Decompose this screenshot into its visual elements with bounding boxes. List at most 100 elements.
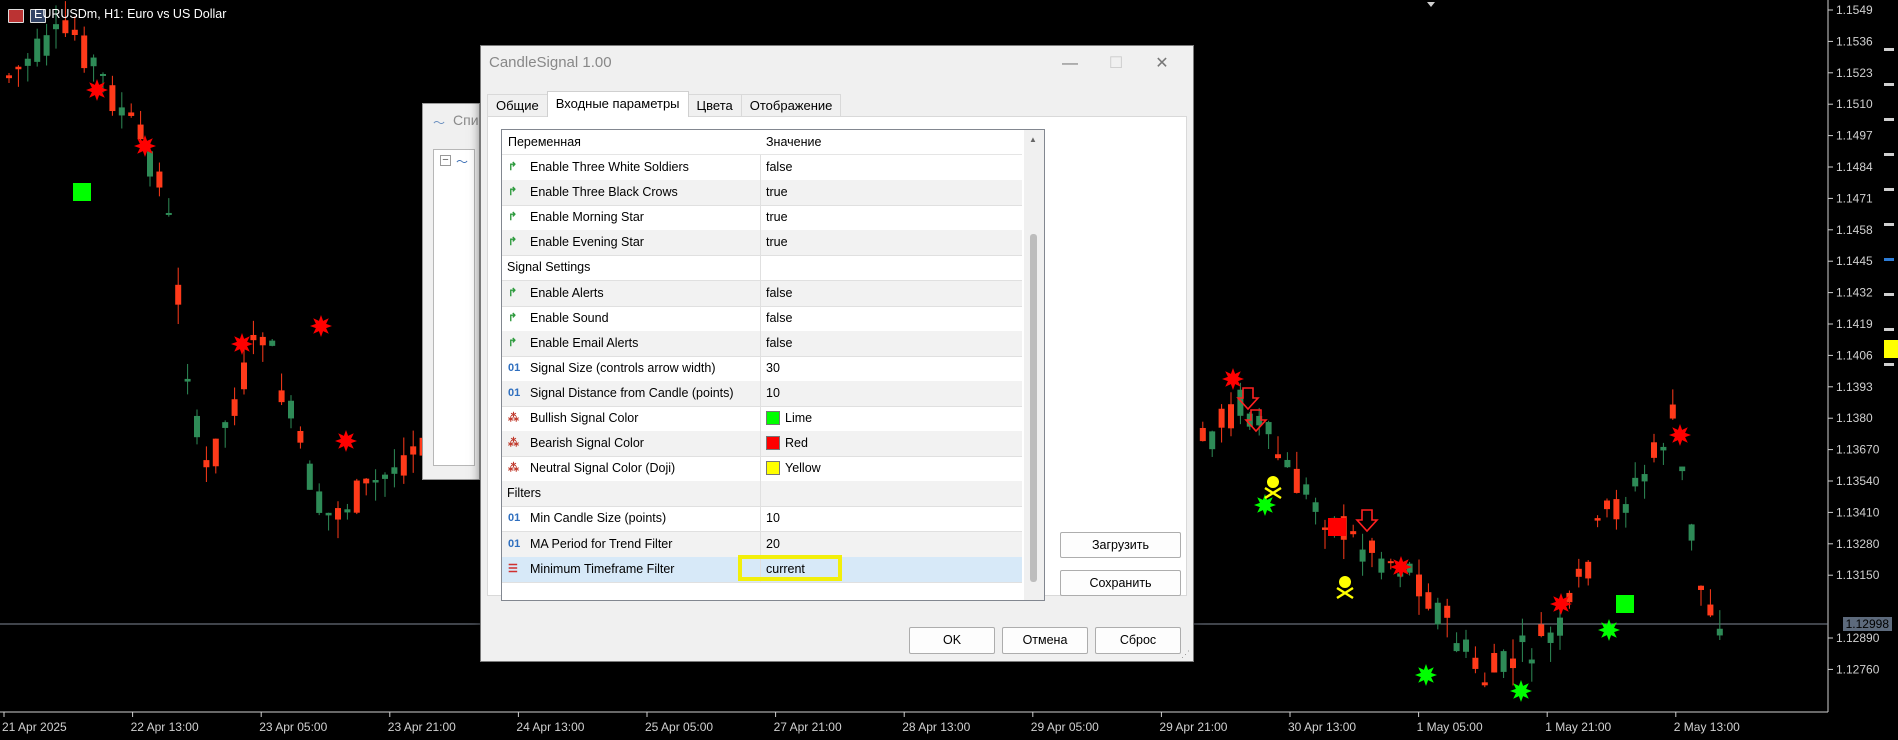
group-row[interactable]: Signal Settings <box>502 255 1022 282</box>
candle <box>1369 540 1375 553</box>
parameter-value-cell[interactable]: 10 <box>766 386 780 400</box>
parameter-row[interactable]: ↱ Enable Three White Soldiers false <box>502 155 1022 181</box>
save-button[interactable]: Сохранить <box>1060 570 1181 596</box>
ok-button[interactable]: OK <box>909 627 995 654</box>
close-icon[interactable]: ✕ <box>1139 48 1185 80</box>
parameter-row[interactable]: 01 Min Candle Size (points) 10 <box>502 506 1022 533</box>
candle <box>1293 468 1300 493</box>
indicator-tree[interactable]: − 〜 <box>433 149 475 466</box>
parameter-row[interactable]: ↱ Enable Three Black Crows true <box>502 180 1022 207</box>
time-label: 23 Apr 05:00 <box>259 720 327 734</box>
parameter-value: 10 <box>766 385 780 400</box>
minus-square-icon[interactable]: − <box>440 155 451 166</box>
tab-2[interactable]: Цвета <box>687 94 742 117</box>
candle <box>1350 531 1357 535</box>
parameters-grid[interactable]: Переменная Значение ↱ Enable Three White … <box>501 129 1045 601</box>
bearish-signal-icon <box>1550 593 1572 615</box>
indicator-list-window[interactable]: 〜 Спи − 〜 <box>422 103 480 480</box>
parameter-row[interactable]: 01 MA Period for Trend Filter 20 <box>502 531 1022 558</box>
resize-grip-icon[interactable]: ⋰ <box>1181 649 1191 659</box>
bullish-signal-icon <box>1415 664 1437 686</box>
bearish-signal-icon <box>86 79 108 101</box>
price-level-label: 1.1380 <box>1836 411 1873 425</box>
parameter-name-cell: ↱ Enable Email Alerts <box>502 330 761 356</box>
candle <box>400 455 407 476</box>
candle <box>165 212 172 215</box>
parameter-row[interactable]: ⁂ Bearish Signal Color Red <box>502 431 1022 458</box>
candle <box>1651 442 1657 458</box>
parameter-row[interactable]: ↱ Enable Email Alerts false <box>502 330 1022 357</box>
parameter-row[interactable]: ↱ Enable Evening Star true <box>502 230 1022 257</box>
maximize-icon[interactable]: ☐ <box>1093 48 1139 80</box>
parameter-name: Bullish Signal Color <box>530 411 639 425</box>
parameter-row[interactable]: 01 Signal Size (controls arrow width) 30 <box>502 355 1022 382</box>
candlesignal-dialog[interactable]: CandleSignal 1.00 — ☐ ✕ Общие Входные пар… <box>480 45 1194 662</box>
reset-button[interactable]: Сброс <box>1095 627 1181 654</box>
parameter-value-cell[interactable]: 10 <box>766 511 780 525</box>
tab-0[interactable]: Общие <box>487 94 548 117</box>
parameter-value-cell[interactable]: false <box>766 160 792 174</box>
toolbar-tool-icon <box>1884 48 1894 51</box>
group-row[interactable]: Filters <box>502 481 1022 508</box>
parameter-row[interactable]: ↱ Enable Morning Star true <box>502 205 1022 232</box>
parameter-value-cell[interactable]: 20 <box>766 537 780 551</box>
parameter-row[interactable]: 01 Signal Distance from Candle (points) 10 <box>502 380 1022 407</box>
candle <box>53 24 59 30</box>
tab-3[interactable]: Отображение <box>740 94 842 117</box>
parameter-value-cell[interactable]: 30 <box>766 361 780 375</box>
parameter-value-cell[interactable]: false <box>766 311 792 325</box>
arrow-param-icon: ↱ <box>508 161 518 173</box>
price-level-label: 1.13540 <box>1836 474 1880 488</box>
number-param-icon: 01 <box>508 512 521 525</box>
toolbar-tool-icon <box>1884 293 1894 296</box>
load-button[interactable]: Загрузить <box>1060 532 1181 558</box>
parameter-row[interactable]: ↱ Enable Alerts false <box>502 280 1022 307</box>
symbol-list-icon[interactable] <box>8 9 24 23</box>
time-label: 2 May 13:00 <box>1674 720 1740 734</box>
candle <box>1604 500 1610 510</box>
parameter-row[interactable]: ⁂ Neutral Signal Color (Doji) Yellow <box>502 456 1022 483</box>
parameter-value-cell[interactable]: true <box>766 235 788 249</box>
variable-column-header[interactable]: Переменная <box>508 135 581 149</box>
candle <box>1698 585 1704 590</box>
price-level-label: 1.1419 <box>1836 317 1873 331</box>
candle <box>1275 454 1281 459</box>
parameter-value: 20 <box>766 536 780 551</box>
candle <box>1594 518 1601 521</box>
indicator-list-title: Спи <box>453 112 479 128</box>
grid-scrollbar[interactable]: ▲ <box>1024 130 1044 600</box>
parameter-value: 30 <box>766 360 780 375</box>
candle <box>100 74 106 77</box>
parameter-value-cell[interactable]: true <box>766 210 788 224</box>
price-level-label: 1.1536 <box>1836 34 1873 48</box>
parameter-value-cell[interactable]: Yellow <box>766 461 821 476</box>
parameter-value-cell[interactable]: false <box>766 336 792 350</box>
doji-crossbones-icon <box>1336 586 1354 600</box>
candle <box>1312 502 1319 512</box>
candle <box>1622 504 1629 513</box>
scroll-up-icon[interactable]: ▲ <box>1029 135 1037 144</box>
candle <box>1538 624 1545 637</box>
parameter-row[interactable]: ☰ Minimum Timeframe Filter current <box>502 554 1022 583</box>
minimize-icon[interactable]: — <box>1047 48 1093 80</box>
parameter-value-cell[interactable]: Lime <box>766 411 812 425</box>
bearish-signal-icon <box>335 430 357 452</box>
parameter-value-cell[interactable]: true <box>766 185 788 199</box>
candle <box>128 112 135 116</box>
parameter-name: Filters <box>507 486 542 501</box>
cancel-button[interactable]: Отмена <box>1002 627 1088 654</box>
tab-1[interactable]: Входные параметры <box>546 91 689 117</box>
value-column-header[interactable]: Значение <box>766 135 821 149</box>
parameter-value-cell[interactable]: false <box>766 286 792 300</box>
number-param-icon: 01 <box>508 361 521 374</box>
parameter-row[interactable]: ↱ Enable Sound false <box>502 305 1022 332</box>
candle <box>1585 561 1592 579</box>
highlight-box <box>738 554 842 581</box>
scrollbar-thumb[interactable] <box>1030 234 1037 582</box>
candle <box>1547 632 1554 643</box>
candle <box>1453 643 1460 652</box>
parameter-row[interactable]: ⁂ Bullish Signal Color Lime <box>502 406 1022 432</box>
parameter-value-cell[interactable]: Red <box>766 436 808 451</box>
candle <box>90 57 97 67</box>
parameter-name-cell: ⁂ Bullish Signal Color <box>502 406 761 431</box>
